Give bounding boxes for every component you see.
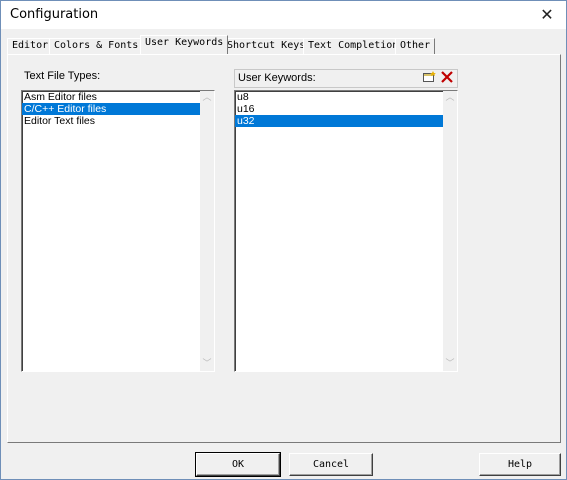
- file-types-label: Text File Types:: [24, 70, 101, 82]
- ok-button[interactable]: OK: [195, 452, 281, 477]
- keywords-label: User Keywords:: [238, 72, 316, 84]
- file-types-list[interactable]: Asm Editor files C/C++ Editor files Edit…: [21, 90, 215, 372]
- scroll-down-icon[interactable]: ﹀: [200, 357, 214, 371]
- configuration-dialog: Configuration ✕ Editor Colors & Fonts Us…: [0, 0, 567, 480]
- vertical-scrollbar[interactable]: ︿ ﹀: [200, 91, 214, 371]
- scroll-down-icon[interactable]: ﹀: [443, 357, 457, 371]
- keywords-header: User Keywords:: [234, 69, 458, 88]
- list-item[interactable]: Asm Editor files: [22, 91, 214, 103]
- close-icon[interactable]: ✕: [536, 4, 558, 26]
- list-item[interactable]: Editor Text files: [22, 115, 214, 127]
- list-item[interactable]: u16: [235, 103, 457, 115]
- tab-text-completion[interactable]: Text Completion: [303, 38, 404, 54]
- tab-other[interactable]: Other: [395, 38, 436, 54]
- cancel-button[interactable]: Cancel: [289, 453, 373, 476]
- tab-editor[interactable]: Editor: [7, 38, 54, 54]
- list-item[interactable]: u32: [235, 115, 457, 127]
- keywords-list[interactable]: u8 u16 u32 ︿ ﹀: [234, 90, 458, 372]
- list-item[interactable]: C/C++ Editor files: [22, 103, 214, 115]
- list-item[interactable]: u8: [235, 91, 457, 103]
- vertical-scrollbar[interactable]: ︿ ﹀: [443, 91, 457, 371]
- scroll-up-icon[interactable]: ︿: [200, 91, 214, 105]
- tab-shortcut-keys[interactable]: Shortcut Keys: [222, 38, 311, 54]
- help-button[interactable]: Help: [479, 453, 561, 476]
- tab-colors-fonts[interactable]: Colors & Fonts: [49, 38, 144, 54]
- tab-user-keywords[interactable]: User Keywords: [140, 35, 229, 54]
- scroll-up-icon[interactable]: ︿: [443, 91, 457, 105]
- tab-panel: Text File Types: Asm Editor files C/C++ …: [7, 54, 561, 443]
- window-title: Configuration: [10, 7, 99, 22]
- title-bar: Configuration ✕: [1, 1, 566, 29]
- new-item-icon[interactable]: [421, 71, 437, 85]
- delete-icon[interactable]: [439, 71, 455, 85]
